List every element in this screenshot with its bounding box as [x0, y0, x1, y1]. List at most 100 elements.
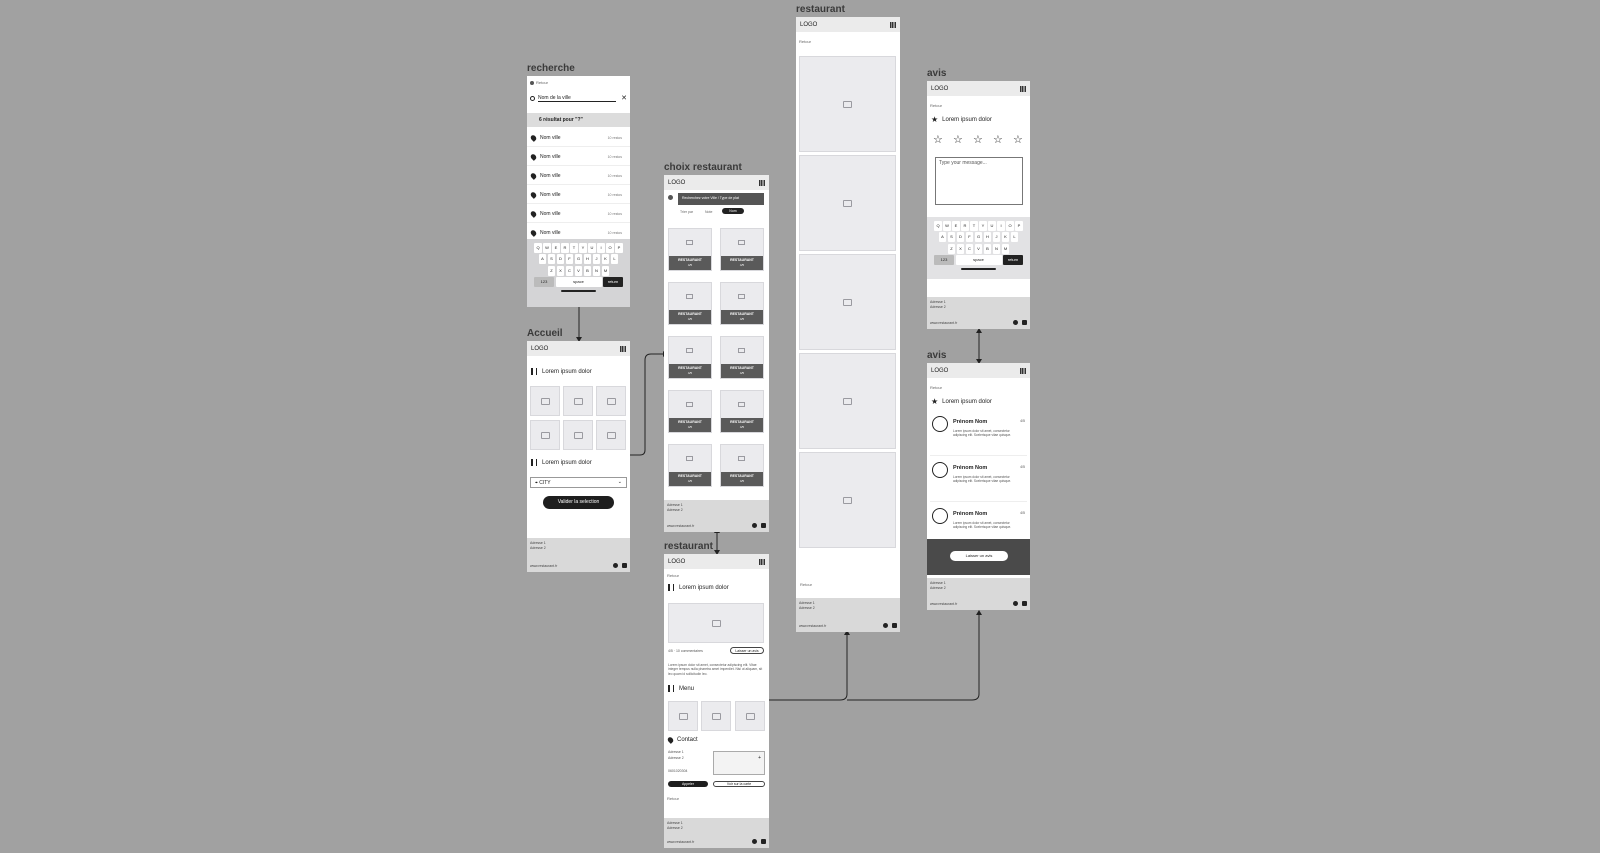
back-link[interactable]: Retour: [930, 385, 942, 390]
key-w[interactable]: W: [543, 242, 551, 253]
image-placeholder[interactable]: [563, 386, 593, 416]
close-icon[interactable]: ✕: [621, 94, 627, 102]
key-d[interactable]: D: [556, 254, 565, 264]
image-placeholder[interactable]: [530, 386, 560, 416]
key-q[interactable]: Q: [534, 242, 542, 253]
restaurant-card[interactable]: RESTAURANT 4/5: [720, 228, 764, 271]
menu-grid-icon[interactable]: [1020, 85, 1026, 92]
key-l[interactable]: L: [1010, 232, 1019, 242]
key-space[interactable]: space: [955, 255, 1002, 265]
city-select[interactable]: ⌖ CITY ⌄: [530, 477, 627, 488]
restaurant-card[interactable]: RESTAURANT 4/5: [668, 444, 712, 487]
back-link-bottom[interactable]: Retour: [667, 796, 679, 801]
restaurant-card[interactable]: RESTAURANT 4/5: [720, 390, 764, 433]
menu-grid-icon[interactable]: [759, 179, 765, 186]
key-e[interactable]: E: [552, 242, 560, 253]
key-m[interactable]: M: [1001, 243, 1010, 254]
menu-grid-icon[interactable]: [890, 21, 896, 28]
map-button[interactable]: Voir sur la carte: [713, 781, 765, 787]
footer-website[interactable]: www.restaurant.fr: [930, 321, 957, 325]
key-t[interactable]: T: [570, 242, 578, 253]
keyboard[interactable]: QWERTYUIOP ASDFGHJKL ZXCVBNM 123 space retur…: [927, 217, 1030, 279]
search-bar[interactable]: Nom de la ville ✕: [530, 93, 627, 103]
key-y[interactable]: Y: [579, 242, 587, 253]
back-link[interactable]: Retour: [799, 39, 811, 44]
gallery-image[interactable]: [799, 155, 896, 251]
key-a[interactable]: A: [538, 254, 547, 264]
footer-website[interactable]: www.restaurant.fr: [667, 524, 694, 528]
gallery-image[interactable]: [799, 452, 896, 548]
key-b[interactable]: B: [583, 265, 592, 276]
back-link[interactable]: Retour: [930, 103, 942, 108]
filter-nom[interactable]: Nom: [722, 208, 744, 214]
key-o[interactable]: O: [606, 242, 614, 253]
facebook-icon[interactable]: [883, 623, 888, 628]
key-h[interactable]: H: [583, 254, 592, 264]
key-d[interactable]: D: [956, 232, 965, 242]
back-icon[interactable]: [668, 195, 673, 200]
key-k[interactable]: K: [601, 254, 610, 264]
facebook-icon[interactable]: [1013, 601, 1018, 606]
key-j[interactable]: J: [592, 254, 601, 264]
city-result-row[interactable]: Nom ville 10 restos: [527, 186, 630, 204]
key-w[interactable]: W: [943, 220, 951, 231]
key-r[interactable]: R: [561, 242, 569, 253]
image-placeholder[interactable]: [596, 386, 626, 416]
key-p[interactable]: P: [615, 242, 623, 253]
facebook-icon[interactable]: [752, 523, 757, 528]
key-l[interactable]: L: [610, 254, 619, 264]
restaurant-card[interactable]: RESTAURANT 4/5: [720, 444, 764, 487]
instagram-icon[interactable]: [761, 523, 766, 528]
search-input[interactable]: Nom de la ville: [538, 95, 617, 102]
image-placeholder[interactable]: [596, 420, 626, 450]
key-f[interactable]: F: [965, 232, 974, 242]
key-f[interactable]: F: [565, 254, 574, 264]
key-v[interactable]: V: [574, 265, 583, 276]
key-b[interactable]: B: [983, 243, 992, 254]
key-p[interactable]: P: [1015, 220, 1023, 231]
map-preview[interactable]: +: [713, 751, 765, 775]
facebook-icon[interactable]: [1013, 320, 1018, 325]
key-space[interactable]: space: [555, 277, 602, 287]
instagram-icon[interactable]: [1022, 320, 1027, 325]
menu-image[interactable]: [668, 701, 698, 731]
key-o[interactable]: O: [1006, 220, 1014, 231]
key-s[interactable]: S: [947, 232, 956, 242]
image-placeholder[interactable]: [563, 420, 593, 450]
menu-grid-icon[interactable]: [759, 558, 765, 565]
restaurant-card[interactable]: RESTAURANT 4/5: [668, 228, 712, 271]
restaurant-card[interactable]: RESTAURANT 4/5: [668, 336, 712, 379]
restaurant-card[interactable]: RESTAURANT 4/5: [668, 390, 712, 433]
key-t[interactable]: T: [970, 220, 978, 231]
menu-grid-icon[interactable]: [620, 345, 626, 352]
filter-note[interactable]: Note: [705, 210, 712, 214]
key-n[interactable]: N: [592, 265, 601, 276]
gallery-image[interactable]: [799, 353, 896, 449]
key-123[interactable]: 123: [534, 277, 554, 287]
menu-image[interactable]: [735, 701, 765, 731]
instagram-icon[interactable]: [622, 563, 627, 568]
back-link-bottom[interactable]: Retour: [800, 582, 812, 587]
key-x[interactable]: X: [556, 265, 565, 276]
rating-star-3[interactable]: ☆: [973, 133, 983, 146]
key-return[interactable]: return: [1003, 255, 1023, 265]
restaurant-card[interactable]: RESTAURANT 4/5: [720, 282, 764, 325]
image-placeholder[interactable]: [530, 420, 560, 450]
key-u[interactable]: U: [588, 242, 596, 253]
instagram-icon[interactable]: [892, 623, 897, 628]
footer-website[interactable]: www.restaurant.fr: [799, 624, 826, 628]
city-result-row[interactable]: Nom ville 10 restos: [527, 167, 630, 185]
facebook-icon[interactable]: [613, 563, 618, 568]
key-s[interactable]: S: [547, 254, 556, 264]
key-i[interactable]: I: [597, 242, 605, 253]
leave-review-button[interactable]: Laisser un avis: [950, 551, 1008, 561]
key-z[interactable]: Z: [947, 243, 956, 254]
validate-button[interactable]: Valider la selection: [543, 496, 614, 509]
rating-star-5[interactable]: ☆: [1013, 133, 1023, 146]
key-e[interactable]: E: [952, 220, 960, 231]
footer-website[interactable]: www.restaurant.fr: [530, 564, 557, 568]
facebook-icon[interactable]: [752, 839, 757, 844]
key-c[interactable]: C: [965, 243, 974, 254]
review-textarea[interactable]: Type your message...: [935, 157, 1023, 205]
footer-website[interactable]: www.restaurant.fr: [930, 602, 957, 606]
